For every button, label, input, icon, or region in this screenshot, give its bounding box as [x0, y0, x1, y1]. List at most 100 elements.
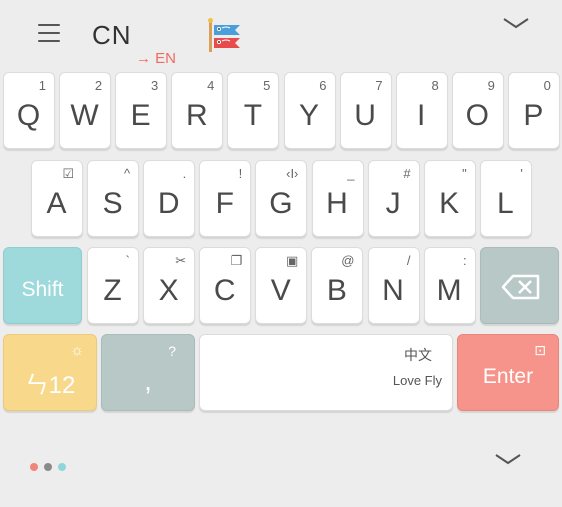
space-lang-label: 中文 [404, 347, 432, 363]
key-m[interactable]: :M [423, 247, 476, 324]
key-sub-label: / [406, 253, 411, 268]
key-sub-label: : [462, 253, 467, 268]
key-sub-label: 3 [150, 78, 159, 93]
key-label: U [354, 99, 377, 132]
more-options[interactable] [30, 458, 72, 476]
comma-label: , [144, 365, 152, 396]
key-x[interactable]: ✂ X [143, 247, 196, 324]
key-label: O [465, 99, 490, 132]
key-sub-label: ❐ [230, 253, 243, 268]
key-f[interactable]: ! F [199, 160, 252, 237]
key-p[interactable]: 0P [507, 72, 560, 149]
key-sub-label: ' [520, 166, 523, 181]
key-sub-label: ! [238, 166, 243, 181]
menu-icon[interactable] [38, 24, 60, 44]
key-sub-label: 7 [375, 78, 383, 93]
enter-key[interactable]: Enter ⊡ [457, 334, 559, 411]
key-y[interactable]: 6Y [283, 72, 336, 149]
key-label: N [382, 274, 405, 307]
comma-key[interactable]: , ? [101, 334, 195, 411]
numbers-key[interactable]: ㄣ12 ☼ [3, 334, 97, 411]
key-g[interactable]: ‹I› G [255, 160, 308, 237]
key-a[interactable]: ☑ A [31, 160, 83, 237]
key-i[interactable]: 8I [395, 72, 448, 149]
key-b[interactable]: @ B [311, 247, 364, 324]
key-e[interactable]: 3E [115, 72, 168, 149]
key-sub-label: 6 [319, 78, 327, 93]
key-d[interactable]: .D [143, 160, 196, 237]
chevron-down-icon[interactable] [494, 452, 522, 466]
key-sub-label: ☑ [62, 166, 74, 181]
key-l[interactable]: ' L [479, 160, 532, 237]
key-label: Q [16, 99, 42, 132]
key-sub-label: 5 [263, 78, 271, 93]
key-label: M [436, 274, 463, 307]
shift-key[interactable]: Shift [3, 247, 82, 324]
key-label: J [385, 187, 402, 220]
key-label: Y [298, 99, 320, 132]
key-label: C [213, 274, 237, 307]
key-z[interactable]: ` Z [87, 247, 139, 324]
key-label: V [270, 274, 292, 307]
key-label: L [496, 187, 515, 220]
key-sub-label: # [403, 166, 411, 181]
space-key[interactable]: 中文 Love Fly [199, 334, 453, 411]
key-t[interactable]: 5T [227, 72, 280, 149]
dot-icon [44, 463, 52, 471]
key-label: X [158, 274, 180, 307]
key-label: D [157, 187, 181, 220]
space-label: Love Fly [392, 373, 442, 388]
keyboard-toolbar: CN → EN [0, 0, 562, 68]
key-sub-label: 4 [207, 78, 215, 93]
key-w[interactable]: 2W [59, 72, 112, 149]
key-c[interactable]: ❐ C [199, 247, 252, 324]
key-label: E [130, 99, 152, 132]
brightness-icon: ☼ [70, 342, 84, 359]
key-sub-label: _ [347, 166, 355, 181]
key-sub-label: ▣ [286, 253, 299, 268]
enter-sub-icon: ⊡ [534, 342, 546, 358]
key-u[interactable]: 7U [339, 72, 392, 149]
flag-icon[interactable] [206, 18, 246, 54]
key-label: I [417, 99, 427, 132]
backspace-icon [501, 274, 540, 300]
key-sub-label: ^ [123, 166, 131, 181]
key-sub-label: 2 [94, 78, 103, 93]
key-label: P [523, 99, 545, 132]
key-h[interactable]: _ H [311, 160, 364, 237]
dot-icon [58, 463, 66, 471]
key-n[interactable]: / N [367, 247, 420, 324]
key-label: K [439, 187, 461, 220]
key-sub-label: 8 [431, 78, 439, 93]
shift-label: Shift [21, 278, 64, 301]
key-j[interactable]: # J [367, 160, 420, 237]
key-sub-label: . [182, 166, 187, 181]
key-label: B [326, 274, 348, 307]
key-label: H [326, 187, 349, 220]
enter-label: Enter [482, 365, 534, 388]
backspace-key[interactable] [480, 247, 559, 324]
key-sub-label: 9 [487, 78, 495, 93]
key-s[interactable]: ^ S [87, 160, 140, 237]
key-q[interactable]: 1Q [3, 72, 55, 149]
key-label: R [185, 99, 209, 132]
key-sub-label: 1 [38, 78, 46, 93]
key-sub-label: ‹I› [286, 166, 299, 181]
key-label: A [46, 187, 68, 220]
key-label: G [269, 187, 294, 220]
key-sub-label: ✂ [175, 253, 187, 268]
chevron-down-icon[interactable] [502, 16, 530, 30]
key-k[interactable]: " K [423, 160, 476, 237]
key-r[interactable]: 4R [171, 72, 224, 149]
key-sub-label: 0 [543, 78, 551, 93]
key-label: Z [103, 274, 123, 307]
key-sub-label: " [462, 166, 467, 181]
key-o[interactable]: 9O [451, 72, 504, 149]
key-v[interactable]: ▣ V [255, 247, 308, 324]
numbers-label: ㄣ12 [24, 372, 76, 399]
key-sub-label: ` [125, 253, 130, 268]
key-label: S [102, 187, 124, 220]
switch-language-hint: → EN [136, 50, 177, 67]
key-label: F [215, 187, 235, 220]
language-label[interactable]: CN [92, 20, 132, 51]
